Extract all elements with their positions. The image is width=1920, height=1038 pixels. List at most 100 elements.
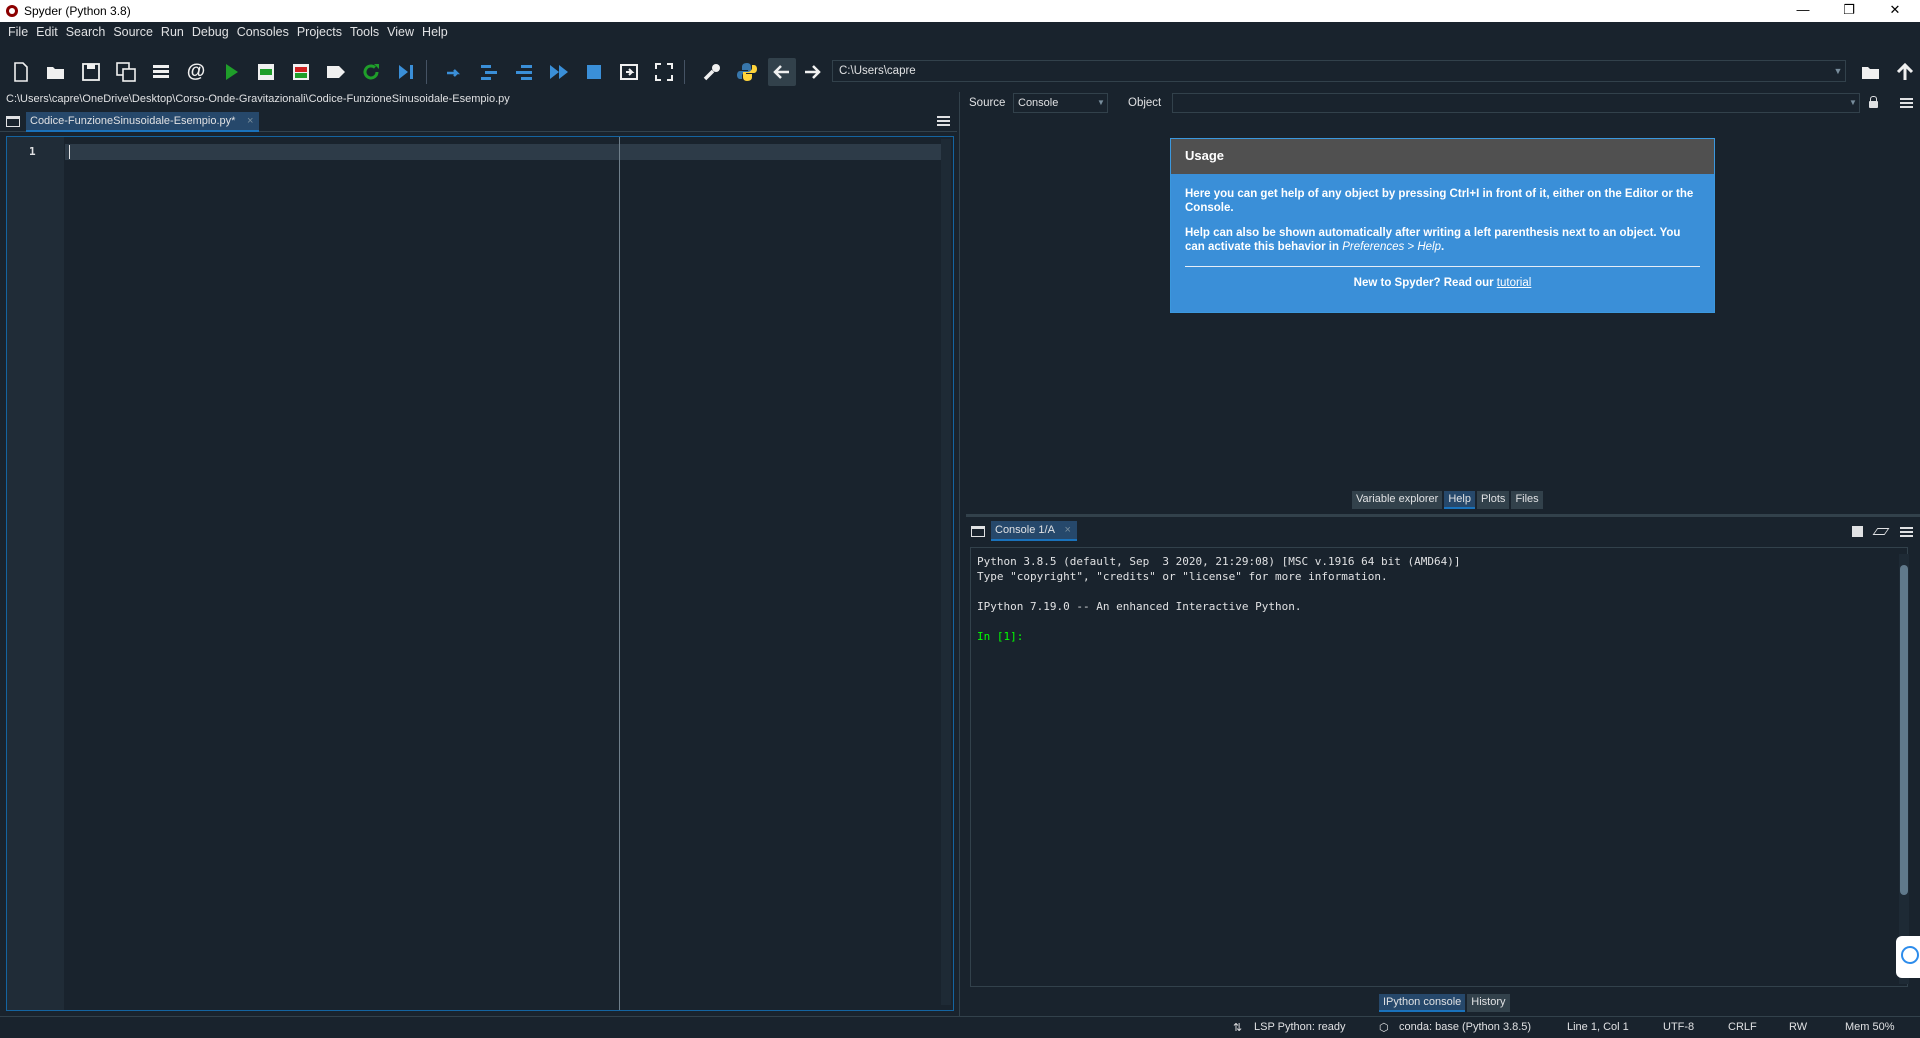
close-tab-icon[interactable]: ×: [1065, 521, 1071, 539]
stop-kernel-icon[interactable]: [1852, 526, 1863, 537]
python-path-icon[interactable]: [733, 58, 761, 86]
menu-file[interactable]: File: [4, 25, 32, 39]
lsp-status-icon: ⇅: [1233, 1022, 1243, 1034]
current-line-highlight: [65, 144, 941, 160]
help-object-input[interactable]: ▼: [1172, 93, 1860, 113]
file-encoding: UTF-8: [1663, 1021, 1695, 1033]
usage-title: Usage: [1171, 139, 1714, 174]
menu-bar: File Edit Search Source Run Debug Consol…: [0, 22, 1920, 42]
editor-tab-label: Codice-FunzioneSinusoidale-Esempio.py*: [30, 115, 236, 127]
memory-usage: Mem 50%: [1845, 1021, 1895, 1033]
help-source-label: Source: [969, 97, 1006, 109]
menu-edit[interactable]: Edit: [32, 25, 62, 39]
line-number: 1: [29, 145, 36, 158]
debug-stop-icon[interactable]: [580, 58, 608, 86]
clear-console-eraser-icon[interactable]: [1872, 528, 1890, 535]
new-file-icon[interactable]: [7, 58, 35, 86]
teamviewer-side-widget-icon[interactable]: [1896, 936, 1920, 978]
restore-icon[interactable]: ❐: [1826, 0, 1872, 22]
run-cell-advance-icon[interactable]: [287, 58, 315, 86]
console-output: Python 3.8.5 (default, Sep 3 2020, 21:29…: [977, 555, 1461, 643]
minimize-icon[interactable]: —: [1780, 0, 1826, 22]
top-pane-tabs: Variable explorer Help Plots Files: [1352, 491, 1545, 509]
browse-tabs-icon[interactable]: [971, 526, 985, 537]
title-bar: Spyder (Python 3.8) — ❐ ✕: [0, 0, 1920, 22]
status-bar: ⇅ LSP Python: ready ⬡ conda: base (Pytho…: [0, 1016, 1920, 1038]
help-source-value: Console: [1018, 97, 1059, 109]
file-switcher-icon[interactable]: [147, 58, 175, 86]
close-tab-icon[interactable]: ×: [247, 112, 253, 130]
run-icon[interactable]: [217, 58, 245, 86]
file-permissions: RW: [1789, 1021, 1808, 1033]
tab-variable-explorer[interactable]: Variable explorer: [1352, 491, 1443, 509]
menu-search[interactable]: Search: [62, 25, 110, 39]
editor-options-menu-icon[interactable]: [937, 116, 950, 126]
back-arrow-icon[interactable]: [768, 58, 796, 86]
menu-tools[interactable]: Tools: [346, 25, 383, 39]
debug-step-icon[interactable]: [440, 58, 468, 86]
save-all-icon[interactable]: [112, 58, 140, 86]
chevron-down-icon[interactable]: ▼: [1831, 61, 1845, 81]
tab-files[interactable]: Files: [1511, 491, 1543, 509]
lsp-status[interactable]: LSP Python: ready: [1254, 1021, 1346, 1033]
tab-plots[interactable]: Plots: [1476, 491, 1510, 509]
console-tab[interactable]: Console 1/A ×: [991, 521, 1077, 541]
usage-panel: Usage Here you can get help of any objec…: [1170, 138, 1715, 313]
run-cell-icon[interactable]: [252, 58, 280, 86]
browse-tabs-icon[interactable]: [6, 116, 20, 127]
forward-arrow-icon[interactable]: [798, 58, 826, 86]
menu-help[interactable]: Help: [418, 25, 452, 39]
help-options-menu-icon[interactable]: [1900, 98, 1913, 108]
browse-folder-icon[interactable]: [1857, 58, 1885, 86]
preferences-wrench-icon[interactable]: [698, 58, 726, 86]
symbol-finder-icon[interactable]: @: [182, 58, 210, 86]
parent-dir-arrow-up-icon[interactable]: [1891, 58, 1919, 86]
horizontal-splitter[interactable]: [966, 514, 1920, 517]
menu-source[interactable]: Source: [109, 25, 157, 39]
menu-consoles[interactable]: Consoles: [233, 25, 293, 39]
fullscreen-icon[interactable]: [650, 58, 678, 86]
editor-file-path: C:\Users\capre\OneDrive\Desktop\Corso-On…: [6, 93, 510, 105]
usage-text-2: Help can also be shown automatically aft…: [1185, 227, 1681, 253]
console-scrollbar-thumb[interactable]: [1900, 565, 1908, 895]
debug-step-return-icon[interactable]: [510, 58, 538, 86]
menu-debug[interactable]: Debug: [188, 25, 233, 39]
help-source-select[interactable]: Console ▼: [1013, 93, 1108, 113]
conda-env-status[interactable]: conda: base (Python 3.8.5): [1399, 1021, 1531, 1033]
menu-run[interactable]: Run: [157, 25, 188, 39]
maximize-pane-icon[interactable]: [615, 58, 643, 86]
close-icon[interactable]: ✕: [1872, 0, 1918, 22]
lock-icon[interactable]: [1869, 96, 1878, 108]
debug-step-into-icon[interactable]: [475, 58, 503, 86]
text-cursor: [69, 145, 70, 159]
editor-scrollbar[interactable]: [941, 139, 951, 1005]
console-options-menu-icon[interactable]: [1900, 527, 1913, 537]
editor-tab[interactable]: Codice-FunzioneSinusoidale-Esempio.py* ×: [26, 112, 260, 132]
bottom-pane-tabs: IPython console History: [1379, 994, 1512, 1012]
pane-splitter[interactable]: [959, 92, 965, 1016]
usage-text-1: Here you can get help of any object by p…: [1185, 188, 1694, 214]
tutorial-link[interactable]: tutorial: [1497, 277, 1532, 289]
console-prompt: In [1]:: [977, 630, 1024, 643]
code-editor[interactable]: 1: [6, 136, 954, 1011]
save-file-icon[interactable]: [77, 58, 105, 86]
run-selection-icon[interactable]: [322, 58, 350, 86]
window-title: Spyder (Python 3.8): [24, 4, 131, 18]
rerun-icon[interactable]: [357, 58, 385, 86]
tab-ipython-console[interactable]: IPython console: [1379, 994, 1466, 1012]
open-file-icon[interactable]: [42, 58, 70, 86]
menu-view[interactable]: View: [383, 25, 418, 39]
chevron-down-icon: ▼: [1849, 98, 1857, 107]
menu-projects[interactable]: Projects: [293, 25, 346, 39]
working-directory-value: C:\Users\capre: [839, 65, 916, 77]
chevron-down-icon: ▼: [1097, 98, 1105, 107]
ipython-console[interactable]: Python 3.8.5 (default, Sep 3 2020, 21:29…: [970, 547, 1908, 987]
tab-help[interactable]: Help: [1444, 491, 1475, 509]
debug-icon[interactable]: [392, 58, 420, 86]
debug-continue-icon[interactable]: [545, 58, 573, 86]
cursor-position: Line 1, Col 1: [1567, 1021, 1629, 1033]
tab-history[interactable]: History: [1467, 994, 1510, 1012]
working-directory-input[interactable]: C:\Users\capre ▼: [832, 60, 1846, 82]
console-tab-label: Console 1/A: [995, 524, 1055, 536]
line-number-gutter: 1: [7, 137, 64, 1010]
